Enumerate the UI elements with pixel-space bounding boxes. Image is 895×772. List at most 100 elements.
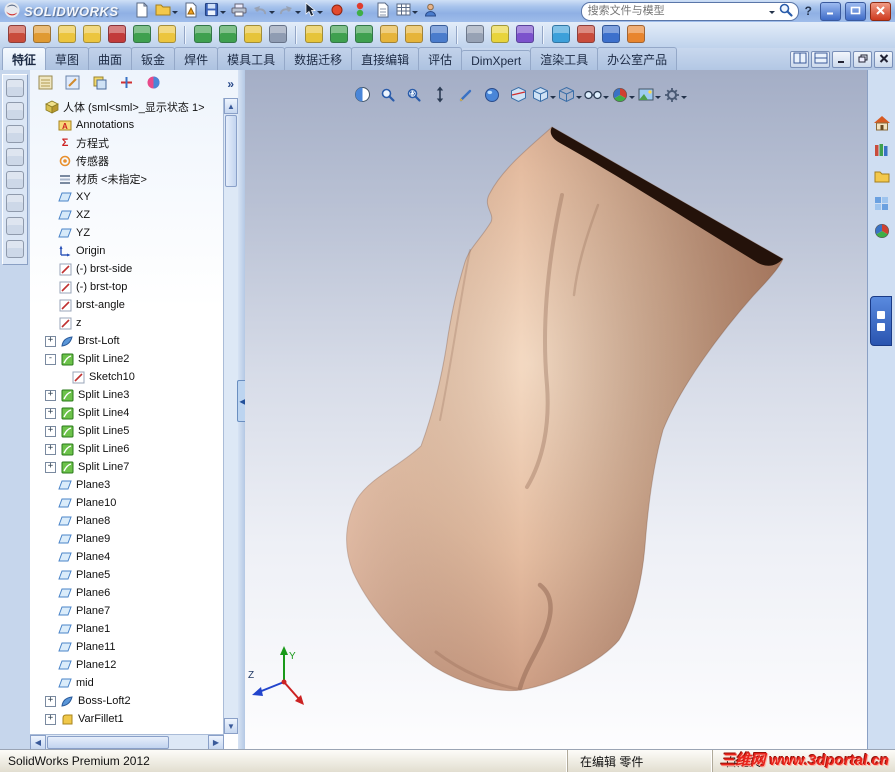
tree-item[interactable]: Plane5 [30, 566, 224, 584]
expand-icon[interactable]: + [45, 696, 56, 707]
tree-item[interactable]: AAnnotations [30, 116, 224, 134]
hide-show-items-button[interactable] [584, 84, 609, 108]
tool-flag-button[interactable] [106, 25, 128, 45]
tab-直接编辑[interactable]: 直接编辑 [351, 47, 419, 70]
scroll-left-icon[interactable]: ◀ [30, 735, 46, 750]
zoom-updown-button[interactable] [428, 84, 452, 108]
tool-scissors-button[interactable] [550, 25, 572, 45]
window-minimize-button[interactable] [820, 2, 841, 21]
tool-cube-green-3-button[interactable] [328, 25, 350, 45]
scroll-right-icon[interactable]: ▶ [208, 735, 224, 750]
scroll-up-icon[interactable]: ▲ [224, 98, 238, 114]
appearances-button[interactable] [871, 222, 893, 242]
edit-appearance-button[interactable] [611, 84, 635, 108]
undo-dropdown-icon[interactable] [269, 11, 275, 17]
tool-grid-button[interactable] [6, 25, 28, 45]
expand-icon[interactable]: + [45, 426, 56, 437]
tool-folder-2-button[interactable] [81, 25, 103, 45]
redo-dropdown-icon[interactable] [295, 11, 301, 17]
tool-gear-blue-button[interactable] [600, 25, 622, 45]
user-button[interactable] [420, 1, 442, 21]
tab-数据迁移[interactable]: 数据迁移 [284, 47, 352, 70]
tree-item[interactable]: Plane3 [30, 476, 224, 494]
tool-ball-1-button[interactable] [378, 25, 400, 45]
tree-item[interactable]: Plane9 [30, 530, 224, 548]
tree-item[interactable]: +Split Line3 [30, 386, 224, 404]
configurationmanager-tab-button[interactable] [88, 74, 110, 94]
apply-scene-dropdown-icon[interactable] [655, 96, 661, 102]
tool-box-green-button[interactable] [131, 25, 153, 45]
expand-icon[interactable]: + [45, 444, 56, 455]
print-button[interactable] [228, 1, 250, 21]
tool-cube-green-1-button[interactable] [192, 25, 214, 45]
section-view-button[interactable] [506, 84, 530, 108]
save-button[interactable] [203, 1, 227, 21]
doc-minimize-button[interactable] [832, 51, 851, 68]
tree-item[interactable]: 人体 (sml<sml>_显示状态 1> [30, 98, 224, 116]
tree-item[interactable]: (-) brst-top [30, 278, 224, 296]
tree-item[interactable]: -Split Line2 [30, 350, 224, 368]
tree-item[interactable]: Plane4 [30, 548, 224, 566]
tree-item[interactable]: Sketch10 [30, 368, 224, 386]
vertical-scroll-thumb[interactable] [225, 115, 237, 187]
view-orientation-dropdown-icon[interactable] [550, 96, 556, 102]
tree-item[interactable]: Origin [30, 242, 224, 260]
tab-钣金[interactable]: 钣金 [131, 47, 175, 70]
zoom-fit-button[interactable] [376, 84, 400, 108]
tab-渲染工具[interactable]: 渲染工具 [530, 47, 598, 70]
tab-特征[interactable]: 特征 [2, 47, 46, 70]
tree-item[interactable]: Plane1 [30, 620, 224, 638]
tree-item[interactable]: YZ [30, 224, 224, 242]
tree-item[interactable]: Plane12 [30, 656, 224, 674]
open-dropdown-icon[interactable] [172, 11, 178, 17]
search-box[interactable] [581, 2, 799, 21]
save-dropdown-icon[interactable] [220, 11, 226, 17]
doc-restore-button[interactable] [853, 51, 872, 68]
side-tool-6-button[interactable] [4, 194, 26, 214]
tree-item[interactable]: +Brst-Loft [30, 332, 224, 350]
measure-button[interactable] [454, 84, 478, 108]
tool-arrows-button[interactable] [31, 25, 53, 45]
tool-cube-green-2-button[interactable] [217, 25, 239, 45]
tree-item[interactable]: Plane6 [30, 584, 224, 602]
overflow-chevron[interactable]: » [227, 77, 234, 91]
view-orientation-button[interactable] [532, 84, 556, 108]
solidworks-resources-button[interactable] [871, 114, 893, 134]
display-style-dropdown-icon[interactable] [576, 96, 582, 102]
open-button[interactable] [154, 1, 179, 21]
doc-close-button[interactable] [874, 51, 893, 68]
pane-split-button[interactable] [790, 51, 809, 68]
expand-icon[interactable]: + [45, 714, 56, 725]
propertymanager-tab-button[interactable] [61, 74, 83, 94]
undo-button[interactable] [251, 1, 276, 21]
side-tool-8-button[interactable] [4, 240, 26, 260]
file-explorer-button[interactable] [871, 168, 893, 188]
featuremanager-tab-button[interactable] [34, 74, 56, 94]
design-library-button[interactable] [871, 141, 893, 161]
displaymanager-tab-button[interactable] [142, 74, 164, 94]
tree-item[interactable]: XZ [30, 206, 224, 224]
tree-horizontal-scrollbar[interactable]: ◀ ▶ [30, 734, 224, 750]
expand-icon[interactable]: + [45, 390, 56, 401]
model-canvas[interactable]: Y Z [245, 70, 868, 750]
dimxpertmanager-tab-button[interactable] [115, 74, 137, 94]
tree-item[interactable]: +Split Line4 [30, 404, 224, 422]
expand-icon[interactable]: + [45, 336, 56, 347]
pane-full-button[interactable] [811, 51, 830, 68]
side-tool-5-button[interactable] [4, 171, 26, 191]
new-document-button[interactable] [131, 1, 153, 21]
tool-cube-yellow-button[interactable] [242, 25, 264, 45]
tool-people-button[interactable] [428, 25, 450, 45]
tree-item[interactable]: Plane8 [30, 512, 224, 530]
scroll-down-icon[interactable]: ▼ [224, 718, 238, 734]
search-input[interactable] [586, 4, 765, 18]
horizontal-scroll-thumb[interactable] [47, 736, 169, 749]
tab-焊件[interactable]: 焊件 [174, 47, 218, 70]
view-settings-dropdown-icon[interactable] [681, 96, 687, 102]
tree-item[interactable]: Σ方程式 [30, 134, 224, 152]
tool-folder-1-button[interactable] [56, 25, 78, 45]
redo-button[interactable] [277, 1, 302, 21]
side-tool-2-button[interactable] [4, 102, 26, 122]
tool-dots-button[interactable] [267, 25, 289, 45]
rotate-view-button[interactable] [480, 84, 504, 108]
